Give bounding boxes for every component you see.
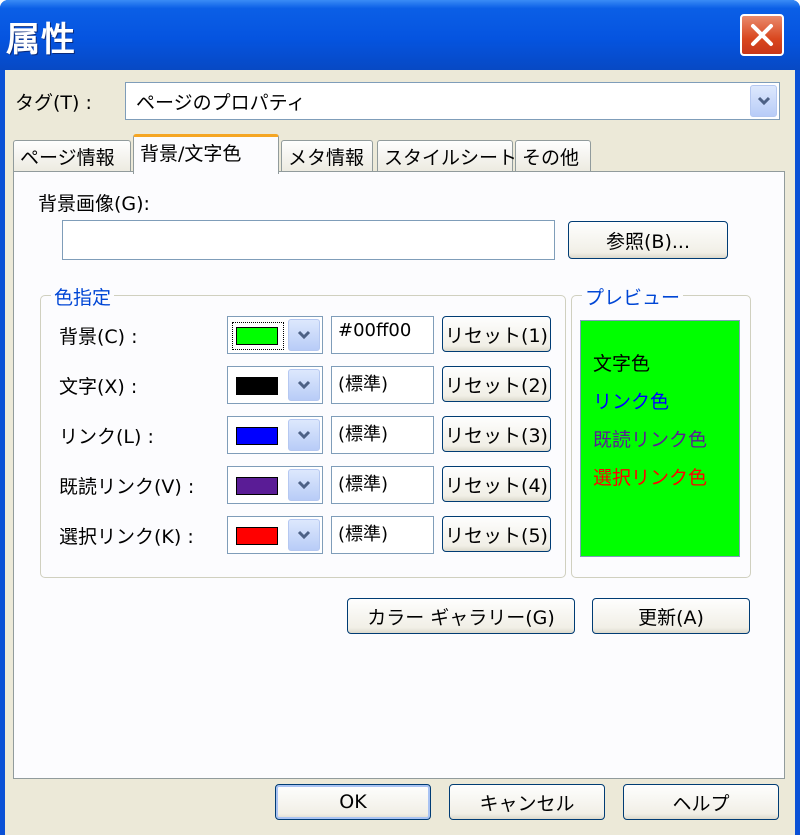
link-color-swatch [236, 427, 278, 445]
row-label-background: 背景(C) : [59, 326, 138, 348]
properties-dialog: 属性 タグ(T) : ページのプロパティ ページ情報 背景/文字色 メタ情報 ス… [0, 0, 800, 835]
browse-button[interactable]: 参照(B)... [568, 221, 728, 259]
help-button[interactable]: ヘルプ [623, 784, 779, 820]
chevron-down-icon [757, 96, 770, 106]
preview-text-color: 文字色 [593, 353, 651, 375]
link-color-picker[interactable] [227, 416, 323, 454]
tab-stylesheet[interactable]: スタイルシート [377, 140, 517, 172]
tab-page-info[interactable]: ページ情報 [13, 140, 131, 172]
preview-group: プレビュー 文字色 リンク色 既読リンク色 選択リンク色 [571, 283, 751, 578]
preview-title: プレビュー [582, 283, 684, 310]
background-color-swatch [236, 327, 278, 345]
tag-label: タグ(T) : [15, 92, 92, 114]
update-button[interactable]: 更新(A) [592, 598, 750, 634]
tab-panel: 背景画像(G): 参照(B)... 色指定 背景(C) : #00ff00 リセ… [13, 171, 785, 779]
active-link-color-value[interactable]: (標準) [331, 516, 434, 554]
close-button[interactable] [740, 14, 784, 56]
visited-link-color-swatch [236, 477, 278, 495]
tab-background-text-color[interactable]: 背景/文字色 [133, 134, 279, 174]
background-color-dropdown-button[interactable] [288, 319, 320, 351]
color-settings-group: 色指定 背景(C) : #00ff00 リセット(1) 文字(X) : (標準)… [40, 283, 566, 578]
tag-select-dropdown-button[interactable] [750, 85, 777, 117]
background-color-picker[interactable] [227, 316, 323, 354]
visited-link-color-picker[interactable] [227, 466, 323, 504]
preview-area: 文字色 リンク色 既読リンク色 選択リンク色 [580, 320, 740, 557]
reset-active-link-button[interactable]: リセット(5) [442, 516, 551, 552]
row-label-link: リンク(L) : [59, 426, 154, 448]
active-link-color-dropdown-button[interactable] [288, 519, 320, 551]
chevron-down-icon [297, 530, 311, 540]
dialog-body: タグ(T) : ページのプロパティ ページ情報 背景/文字色 メタ情報 スタイル… [5, 70, 795, 835]
cancel-button[interactable]: キャンセル [449, 784, 605, 820]
row-label-active-link: 選択リンク(K) : [59, 526, 194, 548]
title-bar[interactable]: 属性 [0, 0, 800, 70]
background-color-value[interactable]: #00ff00 [331, 316, 434, 354]
reset-link-button[interactable]: リセット(3) [442, 416, 551, 452]
background-image-label: 背景画像(G): [38, 193, 150, 215]
chevron-down-icon [297, 330, 311, 340]
text-color-picker[interactable] [227, 366, 323, 404]
window-title: 属性 [6, 20, 76, 60]
reset-text-button[interactable]: リセット(2) [442, 366, 551, 402]
color-gallery-button[interactable]: カラー ギャラリー(G) [347, 598, 575, 634]
text-color-dropdown-button[interactable] [288, 369, 320, 401]
chevron-down-icon [297, 380, 311, 390]
chevron-down-icon [297, 480, 311, 490]
background-image-input[interactable] [62, 220, 555, 260]
active-link-color-picker[interactable] [227, 516, 323, 554]
preview-active-link-color: 選択リンク色 [593, 467, 708, 489]
tab-meta-info[interactable]: メタ情報 [281, 140, 373, 172]
chevron-down-icon [297, 430, 311, 440]
preview-visited-link-color: 既読リンク色 [593, 429, 708, 451]
close-icon [751, 24, 773, 46]
reset-visited-link-button[interactable]: リセット(4) [442, 466, 551, 502]
active-link-color-swatch [236, 527, 278, 545]
tag-select-value: ページのプロパティ [136, 92, 306, 114]
row-label-visited-link: 既読リンク(V) : [59, 476, 195, 498]
preview-link-color: リンク色 [593, 391, 670, 413]
link-color-value[interactable]: (標準) [331, 416, 434, 454]
tab-other[interactable]: その他 [515, 140, 591, 172]
color-settings-title: 色指定 [51, 283, 115, 310]
row-label-text: 文字(X) : [59, 376, 138, 398]
tag-select[interactable]: ページのプロパティ [125, 82, 780, 120]
visited-link-color-dropdown-button[interactable] [288, 469, 320, 501]
ok-button[interactable]: OK [275, 784, 431, 820]
visited-link-color-value[interactable]: (標準) [331, 466, 434, 504]
text-color-swatch [236, 377, 278, 395]
link-color-dropdown-button[interactable] [288, 419, 320, 451]
text-color-value[interactable]: (標準) [331, 366, 434, 404]
reset-background-button[interactable]: リセット(1) [442, 316, 551, 352]
